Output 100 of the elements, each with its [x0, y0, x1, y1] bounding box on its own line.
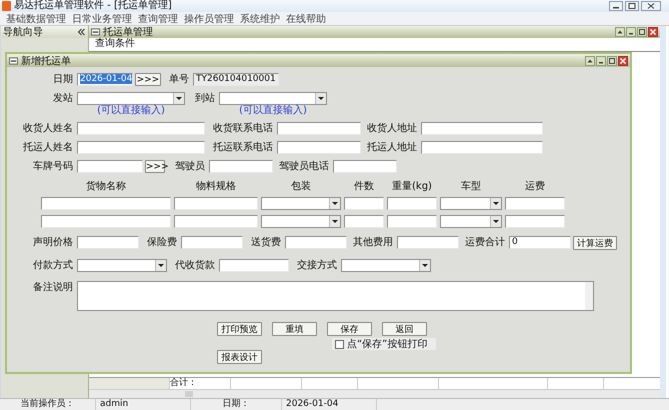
input-field[interactable] [41, 197, 171, 210]
dropdown-arrow-icon [176, 96, 182, 100]
input-field[interactable] [344, 197, 384, 210]
action-button[interactable]: 打印预览 [217, 322, 262, 336]
panel-title: 导航向导 [3, 26, 43, 39]
dropdown-arrow-icon [332, 202, 338, 206]
input-field: TY260104010001 [193, 73, 279, 86]
field-label: 驾驶员电话 [278, 160, 330, 173]
column-header: 件数 [353, 181, 375, 192]
input-field[interactable] [344, 215, 384, 228]
field-label: 备注说明 [32, 281, 74, 294]
column-header: 车型 [460, 181, 482, 192]
menu-item[interactable]: 日常业务管理 [72, 12, 132, 26]
input-field[interactable] [421, 141, 543, 154]
field-label: 发站 [52, 92, 74, 105]
input-field[interactable] [333, 160, 397, 173]
input-field[interactable] [174, 197, 258, 210]
menu-item[interactable]: 操作员管理 [184, 12, 234, 26]
input-field[interactable] [505, 197, 565, 210]
calculate-button[interactable]: 计算运费 [573, 236, 617, 250]
minimize-icon[interactable] [9, 56, 18, 64]
dropdown-arrow-icon [318, 96, 324, 100]
collapse-icon[interactable] [77, 28, 86, 36]
input-field[interactable] [397, 236, 459, 249]
input-field[interactable] [174, 215, 258, 228]
field-label: 代收货款 [174, 259, 216, 272]
input-field[interactable] [219, 259, 289, 272]
input-field[interactable] [505, 215, 565, 228]
dropdown[interactable] [219, 92, 327, 105]
dropdown[interactable] [77, 92, 185, 105]
hint-text: (可以直接输入) [238, 105, 308, 116]
report-design-button[interactable]: 报表设计 [217, 350, 262, 364]
field-label: 保险费 [146, 236, 178, 249]
menu-item[interactable]: 系统维护 [240, 12, 280, 26]
action-button[interactable]: 返回 [382, 322, 427, 336]
dropdown[interactable] [261, 215, 341, 228]
window-title: 易达托运单管理软件 - [托运单管理] [14, 0, 172, 12]
dropdown[interactable] [440, 215, 502, 228]
maximize-icon[interactable] [607, 56, 617, 66]
restore-up-icon[interactable] [615, 27, 625, 37]
status-text: admin [96, 399, 191, 410]
browse-button[interactable]: >>> [135, 73, 161, 86]
input-field[interactable] [77, 141, 205, 154]
dialog-title: 新增托运单 [21, 54, 71, 68]
input-field[interactable] [181, 236, 243, 249]
column-header: 重量(kg) [391, 181, 433, 192]
input-field[interactable] [41, 215, 171, 228]
action-button[interactable]: 重填 [272, 322, 317, 336]
input-field[interactable] [209, 160, 273, 173]
column-header: 货物名称 [85, 181, 127, 192]
field-label: 托运人地址 [366, 141, 418, 154]
column-header: 包装 [290, 181, 312, 192]
remarks-field[interactable] [77, 281, 594, 311]
field-label: 托运联系电话 [212, 141, 274, 154]
restore-up-icon[interactable] [585, 56, 595, 66]
input-field[interactable] [277, 122, 361, 135]
input-field[interactable]: 2026-01-04 [77, 73, 133, 86]
input-field[interactable] [77, 122, 205, 135]
minimize-icon[interactable] [609, 1, 623, 11]
field-label: 日期 [52, 73, 74, 86]
input-field[interactable] [277, 141, 361, 154]
scrollbar[interactable] [585, 282, 593, 310]
status-text: 2026-01-04 [282, 399, 377, 410]
maximize-icon[interactable] [625, 1, 639, 11]
input-field[interactable] [421, 122, 543, 135]
close-icon[interactable] [618, 56, 628, 66]
minimize-icon[interactable] [596, 56, 606, 66]
app-icon [2, 1, 11, 11]
dropdown[interactable] [440, 197, 502, 210]
field-label: 运费合计 [464, 236, 506, 249]
input-field[interactable] [387, 197, 437, 210]
field-label: 车牌号码 [32, 160, 74, 173]
action-button[interactable]: 保存 [327, 322, 372, 336]
field-label: 到站 [194, 92, 216, 105]
dropdown[interactable] [261, 197, 341, 210]
input-field[interactable]: 0 [509, 236, 571, 249]
dropdown[interactable] [341, 259, 431, 272]
dropdown[interactable] [77, 259, 167, 272]
close-icon[interactable] [641, 1, 661, 11]
input-field[interactable] [285, 236, 347, 249]
field-label: 声明价格 [32, 236, 74, 249]
print-checkbox[interactable]: 点“保存”按钮打印 [332, 338, 436, 350]
column-header: 物料规格 [195, 181, 237, 192]
minimize-icon[interactable] [626, 27, 636, 37]
menu-item[interactable]: 基础数据管理 [6, 12, 66, 26]
hint-text: (可以直接输入) [96, 105, 166, 116]
input-field[interactable] [77, 236, 139, 249]
input-field[interactable] [387, 215, 437, 228]
scrollbar[interactable] [89, 389, 660, 398]
column-header: 运费 [524, 181, 546, 192]
menu-item[interactable]: 在线帮助 [286, 12, 326, 26]
minimize-icon[interactable] [91, 28, 100, 36]
field-label: 其他费用 [352, 236, 394, 249]
menu-item[interactable]: 查询管理 [138, 12, 178, 26]
status-text: 日期： [191, 399, 282, 410]
close-icon[interactable] [648, 27, 658, 37]
dropdown-arrow-icon [422, 264, 428, 268]
maximize-icon[interactable] [637, 27, 647, 37]
tab[interactable]: 查询条件 [89, 38, 135, 49]
input-field[interactable] [77, 160, 143, 173]
